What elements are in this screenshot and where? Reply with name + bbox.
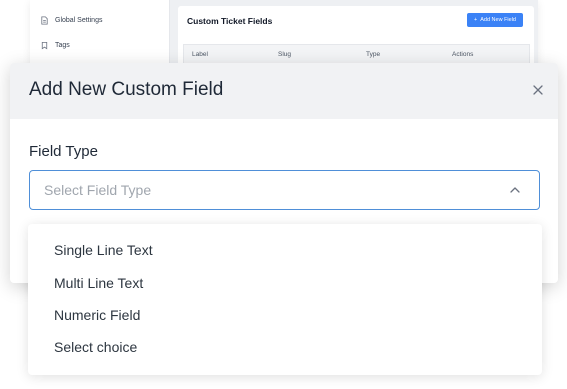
- column-header-label: Label: [192, 51, 208, 58]
- option-select-choice[interactable]: Select choice: [28, 333, 542, 363]
- sidebar-item-label: Tags: [55, 41, 70, 49]
- tag-icon: [40, 41, 49, 50]
- field-type-dropdown: Single Line Text Multi Line Text Numeric…: [28, 224, 542, 375]
- close-button[interactable]: [530, 83, 546, 99]
- option-numeric-field[interactable]: Numeric Field: [28, 301, 542, 331]
- document-icon: [40, 15, 49, 25]
- select-placeholder: Select Field Type: [44, 182, 152, 198]
- column-header-slug: Slug: [278, 51, 292, 58]
- chevron-up-icon: [509, 184, 521, 196]
- panel-title: Custom Ticket Fields: [187, 16, 273, 26]
- sidebar-item-tags[interactable]: Tags: [40, 35, 70, 55]
- option-label: Multi Line Text: [54, 275, 144, 291]
- add-new-field-label: Add New Field: [480, 17, 516, 23]
- field-type-select[interactable]: Select Field Type: [29, 170, 540, 210]
- option-label: Select choice: [54, 339, 138, 355]
- option-multi-line-text[interactable]: Multi Line Text: [28, 269, 542, 299]
- modal-header: Add New Custom Field: [10, 63, 558, 119]
- field-type-label: Field Type: [29, 143, 98, 160]
- sidebar-item-label: Global Settings: [55, 16, 103, 24]
- column-header-type: Type: [366, 51, 381, 58]
- option-label: Numeric Field: [54, 307, 141, 323]
- add-new-field-button[interactable]: + Add New Field: [467, 13, 523, 27]
- modal-title: Add New Custom Field: [29, 79, 224, 100]
- option-label: Single Line Text: [54, 242, 153, 258]
- close-icon: [533, 82, 543, 100]
- column-header-actions: Actions: [452, 51, 474, 58]
- plus-icon: +: [474, 17, 478, 23]
- option-single-line-text[interactable]: Single Line Text: [28, 236, 542, 266]
- sidebar-item-global-settings[interactable]: Global Settings: [40, 10, 102, 30]
